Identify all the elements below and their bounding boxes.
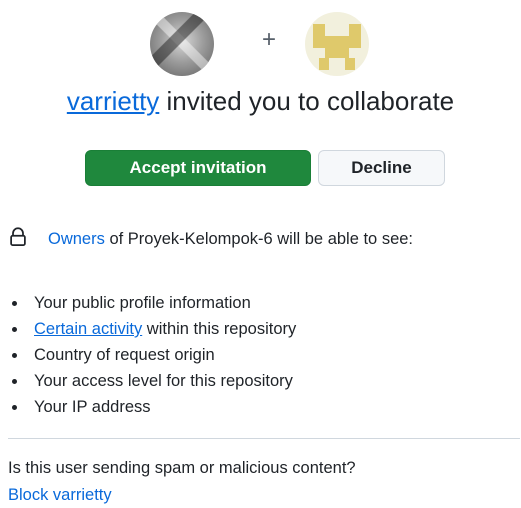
invitation-avatars: + [0, 12, 521, 76]
headline-text: invited you to collaborate [159, 86, 455, 116]
list-item: Country of request origin [8, 342, 296, 368]
notice-text: of Proyek-Kelompok-6 will be able to see… [104, 230, 414, 248]
visibility-notice: Owners of Proyek-Kelompok-6 will be able… [8, 226, 513, 255]
permission-list: Your public profile information Certain … [8, 290, 296, 420]
decline-button[interactable]: Decline [318, 150, 445, 186]
invitation-headline: varrietty invited you to collaborate [0, 86, 521, 117]
plus-separator: + [262, 26, 277, 53]
inviter-avatar-photo [150, 12, 214, 76]
permission-ip-address: Your IP address [34, 398, 151, 416]
list-item: Your IP address [8, 394, 296, 420]
invitation-actions: Accept invitation Decline [0, 150, 521, 188]
list-item: Your access level for this repository [8, 368, 296, 394]
identicon-icon [313, 24, 361, 70]
accept-invitation-button[interactable]: Accept invitation [85, 150, 311, 186]
lock-icon [8, 227, 30, 255]
list-item: Certain activity within this repository [8, 316, 296, 342]
owners-link[interactable]: Owners [48, 230, 105, 248]
list-item: Your public profile information [8, 290, 296, 316]
permission-public-profile: Your public profile information [34, 294, 251, 312]
inviter-username-link[interactable]: varrietty [67, 86, 159, 116]
section-divider [8, 438, 520, 439]
block-user-link[interactable]: Block varrietty [8, 486, 112, 505]
permission-access-level: Your access level for this repository [34, 372, 293, 390]
spam-question: Is this user sending spam or malicious c… [8, 459, 356, 477]
inviter-avatar[interactable] [150, 12, 214, 76]
repository-identicon [305, 12, 369, 76]
permission-country: Country of request origin [34, 346, 215, 364]
permission-activity-text: within this repository [142, 320, 297, 338]
certain-activity-link[interactable]: Certain activity [34, 320, 142, 338]
